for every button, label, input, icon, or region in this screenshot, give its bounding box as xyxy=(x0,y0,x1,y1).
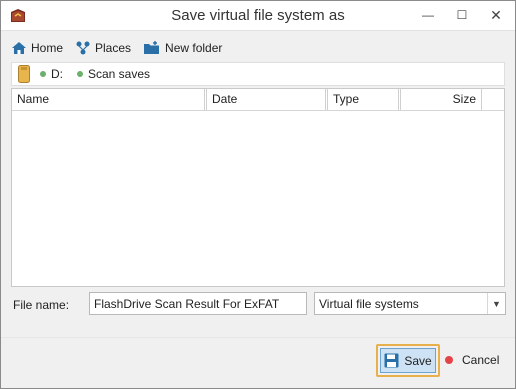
path-bar: D: Scan saves xyxy=(11,62,505,86)
file-type-select[interactable]: Virtual file systems ▼ xyxy=(314,292,506,315)
column-header-name[interactable]: Name xyxy=(12,89,205,110)
footer-divider xyxy=(1,337,515,338)
title-bar: Save virtual file system as — ☐ ✕ xyxy=(1,1,515,31)
minimize-button[interactable]: — xyxy=(411,1,445,29)
places-icon xyxy=(76,41,90,55)
path-segment-label: D: xyxy=(51,67,63,81)
places-button[interactable]: Places xyxy=(75,40,131,56)
close-button[interactable]: ✕ xyxy=(479,1,513,29)
save-button[interactable]: Save xyxy=(380,348,436,373)
cancel-icon xyxy=(445,356,453,364)
file-list[interactable]: Name Date Type Size xyxy=(11,88,505,287)
new-folder-button[interactable]: New folder xyxy=(143,40,222,56)
toolbar: Home Places New folder xyxy=(11,37,234,59)
path-dot-icon xyxy=(40,71,46,77)
floppy-disk-icon xyxy=(384,353,399,368)
cancel-button[interactable]: Cancel xyxy=(445,353,499,367)
column-header-size[interactable]: Size xyxy=(400,89,482,110)
cancel-label: Cancel xyxy=(462,353,500,367)
save-label: Save xyxy=(404,353,432,368)
column-header-date[interactable]: Date xyxy=(206,89,326,110)
file-name-input[interactable] xyxy=(89,292,307,315)
path-dot-icon xyxy=(77,71,83,77)
path-segment-folder[interactable]: Scan saves xyxy=(77,67,150,81)
save-button-focus-outline: Save xyxy=(376,344,440,377)
home-icon xyxy=(12,42,26,54)
chevron-down-icon[interactable]: ▼ xyxy=(487,293,505,314)
maximize-button[interactable]: ☐ xyxy=(445,1,479,29)
home-label: Home xyxy=(31,41,64,55)
file-name-label: File name: xyxy=(13,298,70,312)
save-dialog: Save virtual file system as — ☐ ✕ Home P… xyxy=(0,0,516,389)
new-folder-label: New folder xyxy=(165,41,223,55)
column-headers: Name Date Type Size xyxy=(12,89,504,111)
places-label: Places xyxy=(95,41,132,55)
column-header-type[interactable]: Type xyxy=(327,89,399,110)
path-segment-drive[interactable]: D: xyxy=(40,67,63,81)
path-segment-label: Scan saves xyxy=(88,67,151,81)
new-folder-icon xyxy=(144,41,160,54)
drive-icon xyxy=(18,65,30,83)
file-type-value: Virtual file systems xyxy=(319,296,419,311)
home-button[interactable]: Home xyxy=(11,40,63,56)
